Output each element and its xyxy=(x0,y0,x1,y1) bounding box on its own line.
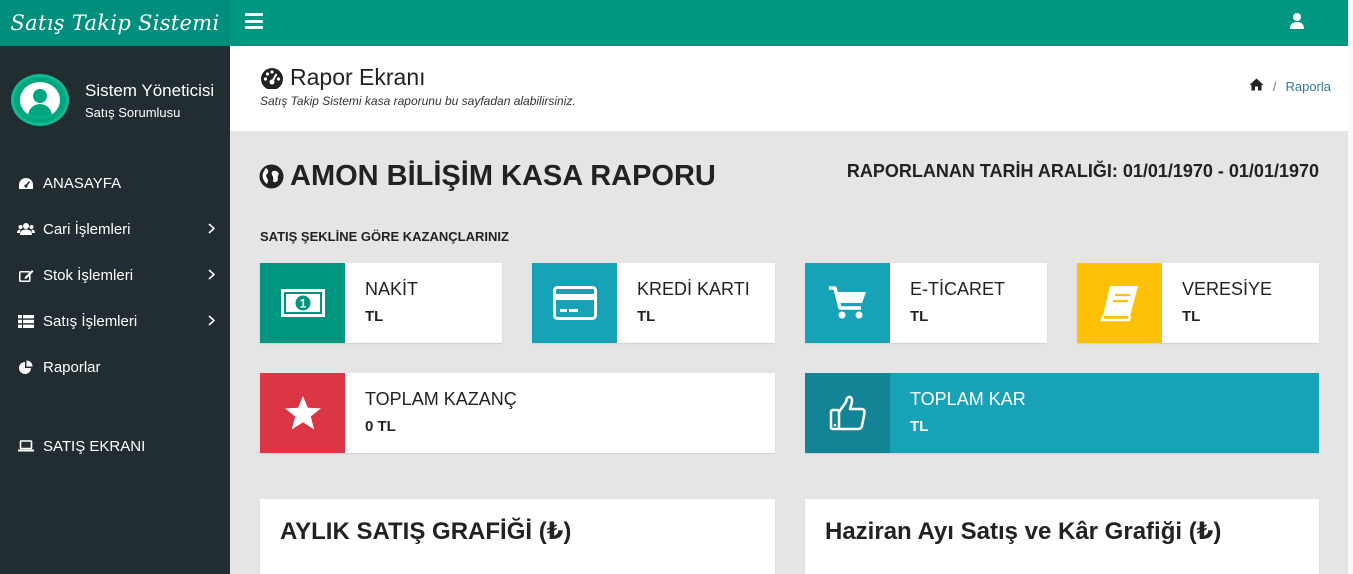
info-box-value: 0 TL xyxy=(365,418,396,435)
sidebar-item-label: Stok İşlemleri xyxy=(43,266,134,284)
sidebar-item-anasayfa[interactable]: ANASAYFA xyxy=(0,160,230,206)
user-panel: Sistem Yöneticisi Satış Sorumlusu xyxy=(11,74,214,126)
thumbs-up-icon xyxy=(805,373,890,453)
chevron-right-icon xyxy=(208,221,216,239)
info-box-e-ticaret: E-TİCARET TL xyxy=(805,263,1047,343)
sidebar-item-label: ANASAYFA xyxy=(43,174,122,192)
breadcrumb-current[interactable]: Raporla xyxy=(1285,79,1331,94)
monthly-sales-chart-panel: AYLIK SATIŞ GRAFİĞİ (₺) xyxy=(260,499,775,574)
dashboard-icon xyxy=(261,67,283,89)
sidebar: Satış Takip Sistemi Sistem Yöneticisi Sa… xyxy=(0,0,230,574)
date-range: RAPORLANAN TARİH ARALIĞI: 01/01/1970 - 0… xyxy=(846,161,1319,181)
list-icon xyxy=(17,314,35,328)
user-menu-icon[interactable] xyxy=(1290,12,1304,30)
content-header: Rapor Ekranı Satış Takip Sistemi kasa ra… xyxy=(230,46,1348,131)
report-title: AMON BİLİŞİM KASA RAPORU xyxy=(259,160,716,193)
info-box-veresiye: VERESİYE TL xyxy=(1077,263,1319,343)
brand-logo[interactable]: Satış Takip Sistemi xyxy=(0,0,230,46)
laptop-icon xyxy=(17,439,35,453)
info-box-nakit: 1 NAKİT TL xyxy=(260,263,502,343)
sidebar-item-label: Cari İşlemleri xyxy=(43,220,131,238)
star-icon xyxy=(260,373,345,453)
info-box-value: TL xyxy=(910,418,929,435)
info-box-toplam-kazanc: TOPLAM KAZANÇ 0 TL xyxy=(260,373,775,453)
user-avatar-icon xyxy=(20,82,60,118)
scrollbar[interactable] xyxy=(1348,0,1353,574)
info-box-label: KREDİ KARTI xyxy=(637,279,750,299)
chevron-right-icon xyxy=(208,313,216,331)
info-box-value: TL xyxy=(365,308,384,325)
globe-icon xyxy=(259,164,284,189)
user-role: Satış Sorumlusu xyxy=(85,104,181,120)
pie-chart-icon xyxy=(17,360,35,374)
info-box-label: TOPLAM KAR xyxy=(910,389,1026,409)
info-box-label: VERESİYE xyxy=(1182,279,1273,299)
report-title-text: AMON BİLİŞİM KASA RAPORU xyxy=(290,160,716,192)
credit-card-icon xyxy=(532,263,617,343)
cart-icon xyxy=(805,263,890,343)
sidebar-item-label: SATIŞ EKRANI xyxy=(43,437,146,455)
info-box-kredi-karti: KREDİ KARTI TL xyxy=(532,263,775,343)
top-navbar xyxy=(230,0,1348,46)
home-icon[interactable] xyxy=(1249,78,1264,94)
edit-icon xyxy=(17,268,35,282)
sidebar-item-cari[interactable]: Cari İşlemleri xyxy=(0,206,230,252)
info-box-value: TL xyxy=(637,308,656,325)
dashboard-icon xyxy=(17,176,35,190)
info-box-value: TL xyxy=(1182,308,1201,325)
sidebar-item-satis-ekrani[interactable]: SATIŞ EKRANI xyxy=(0,423,230,469)
sidebar-item-stok[interactable]: Stok İşlemleri xyxy=(0,252,230,298)
users-icon xyxy=(17,222,35,236)
money-icon: 1 xyxy=(260,263,345,343)
info-box-toplam-kar: TOPLAM KAR TL xyxy=(805,373,1319,453)
panel-title: AYLIK SATIŞ GRAFİĞİ (₺) xyxy=(280,518,572,545)
breadcrumb: / Raporla xyxy=(1249,78,1331,94)
page-title-text: Rapor Ekranı xyxy=(290,64,426,90)
sidebar-item-raporlar[interactable]: Raporlar xyxy=(0,344,230,390)
sidebar-item-satis[interactable]: Satış İşlemleri xyxy=(0,298,230,344)
user-name: Sistem Yöneticisi xyxy=(85,80,215,100)
page-subtitle: Satış Takip Sistemi kasa raporunu bu say… xyxy=(260,94,576,108)
june-sales-profit-chart-panel: Haziran Ayı Satış ve Kâr Grafiği (₺) xyxy=(805,499,1319,574)
chevron-right-icon xyxy=(208,267,216,285)
info-box-label: NAKİT xyxy=(365,279,419,299)
page-title: Rapor Ekranı xyxy=(260,64,426,91)
breadcrumb-separator: / xyxy=(1272,78,1277,94)
sidebar-item-label: Raporlar xyxy=(43,358,101,376)
avatar xyxy=(11,74,69,126)
svg-text:1: 1 xyxy=(299,297,306,311)
info-box-label: TOPLAM KAZANÇ xyxy=(365,389,517,409)
book-icon xyxy=(1077,263,1162,343)
sidebar-menu: ANASAYFA Cari İşlemleri Stok İşlemleri S… xyxy=(0,160,230,469)
info-box-value: TL xyxy=(910,308,929,325)
menu-toggle-icon[interactable] xyxy=(245,13,263,29)
section-label: SATIŞ ŞEKLİNE GÖRE KAZANÇLARINIZ xyxy=(260,229,509,244)
panel-title: Haziran Ayı Satış ve Kâr Grafiği (₺) xyxy=(825,518,1222,545)
info-box-label: E-TİCARET xyxy=(910,279,1006,299)
sidebar-item-label: Satış İşlemleri xyxy=(43,312,138,330)
